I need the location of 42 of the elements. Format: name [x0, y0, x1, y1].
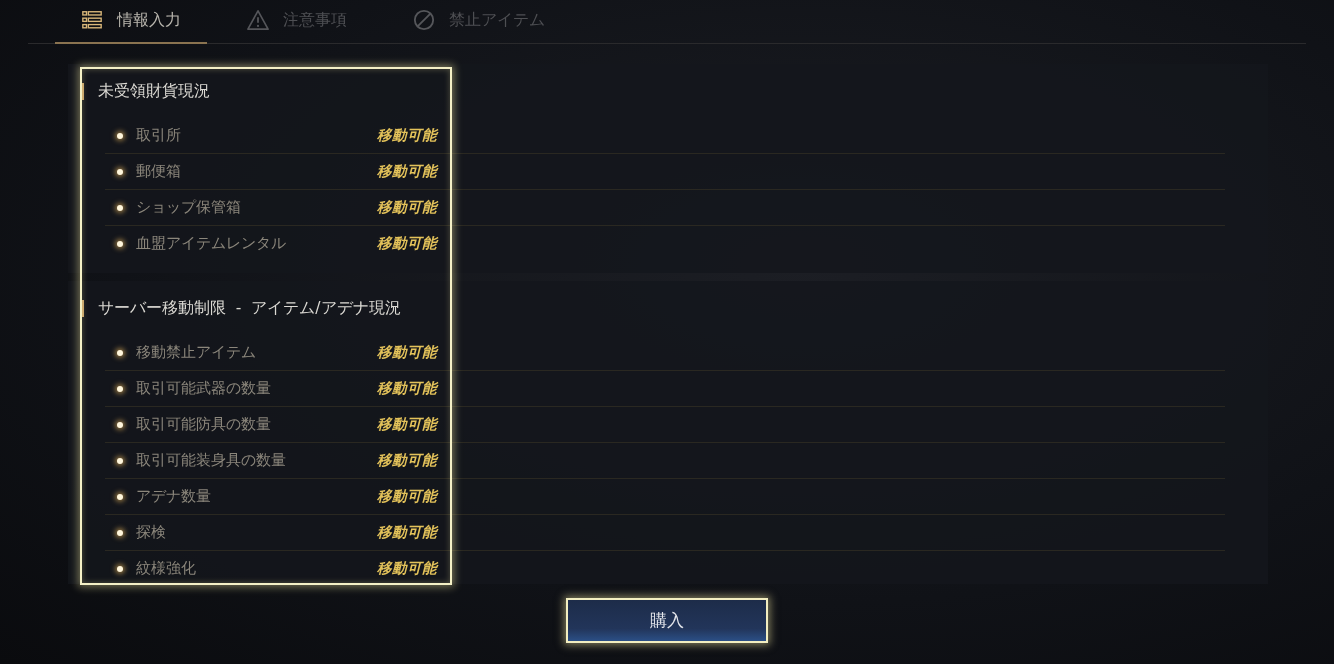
buy-button[interactable]: 購入	[566, 598, 768, 643]
bullet-icon	[117, 168, 123, 175]
status-text: 移動可能	[377, 162, 437, 181]
title-marker	[82, 83, 84, 100]
item-label: 血盟アイテムレンタル	[136, 234, 287, 253]
status-text: 移動可能	[377, 198, 437, 217]
status-text: 移動可能	[377, 379, 437, 398]
status-text: 移動可能	[377, 487, 437, 506]
bullet-icon	[117, 421, 123, 428]
item-label: 取引所	[136, 126, 182, 145]
prohibited-icon	[413, 9, 435, 31]
bullet-icon	[117, 204, 123, 211]
status-text: 移動可能	[377, 451, 437, 470]
bullet-icon	[117, 457, 123, 464]
status-text: 移動可能	[377, 343, 437, 362]
item-label: 取引可能防具の数量	[136, 415, 272, 434]
section-title: サーバー移動制限 - アイテム/アデナ現況	[98, 298, 401, 319]
status-text: 移動可能	[377, 523, 437, 542]
bullet-icon	[117, 493, 123, 500]
warning-icon	[247, 9, 269, 31]
bullet-icon	[117, 529, 123, 536]
status-text: 移動可能	[377, 559, 437, 578]
item-label: 取引可能武器の数量	[136, 379, 272, 398]
item-label: 紋様強化	[136, 559, 197, 578]
item-label: 取引可能装身具の数量	[136, 451, 287, 470]
title-marker	[82, 300, 84, 317]
section-title: 未受領財貨現況	[98, 81, 210, 102]
item-label: 移動禁止アイテム	[136, 343, 257, 362]
bullet-icon	[117, 240, 123, 247]
bullet-icon	[117, 349, 123, 356]
status-text: 移動可能	[377, 234, 437, 253]
bullet-icon	[117, 132, 123, 139]
item-label: 探検	[136, 523, 167, 542]
list-icon	[81, 9, 103, 31]
bullet-icon	[117, 385, 123, 392]
item-label: 郵便箱	[136, 162, 182, 181]
status-text: 移動可能	[377, 415, 437, 434]
tab[interactable]: 情報入力	[55, 0, 207, 44]
item-label: ショップ保管箱	[136, 198, 242, 217]
item-label: アデナ数量	[136, 487, 212, 506]
status-text: 移動可能	[377, 126, 437, 145]
bullet-icon	[117, 565, 123, 572]
